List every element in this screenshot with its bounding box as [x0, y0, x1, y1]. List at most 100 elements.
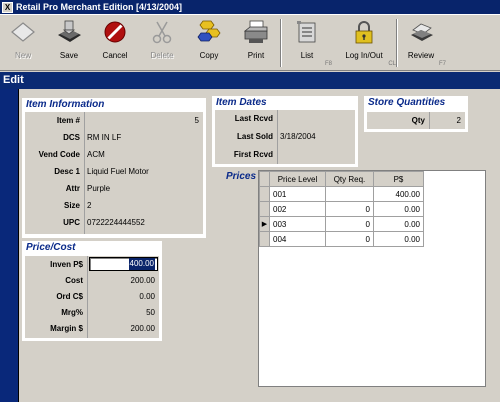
print-label: Print [247, 51, 265, 60]
scissors-icon [152, 21, 172, 44]
new-label: New [14, 51, 31, 60]
delete-button[interactable]: Delete [145, 18, 179, 68]
cell-qty-req[interactable]: 0 [325, 216, 374, 232]
row-selector[interactable] [259, 201, 270, 217]
save-icon [58, 20, 81, 42]
list-label: List [300, 51, 314, 60]
prices-grid[interactable]: Price Level Qty Req. P$ 001 400.00 002 0… [258, 170, 486, 387]
printer-icon [243, 20, 268, 43]
print-button[interactable]: Print [239, 18, 273, 68]
cell-price[interactable]: 0.00 [373, 231, 424, 247]
prices-title: Prices [226, 171, 257, 182]
cell-qty-req[interactable]: 0 [325, 201, 374, 217]
field-value[interactable]: 200.00 [88, 321, 159, 337]
field-label: Ord C$ [56, 292, 83, 301]
row-selector[interactable] [259, 231, 270, 247]
current-row-indicator[interactable]: ▶ [259, 216, 270, 232]
review-button[interactable]: Review F7 [404, 18, 446, 68]
field-value[interactable]: RM IN LF [85, 129, 203, 147]
cell-qty-req[interactable] [325, 186, 374, 202]
save-button[interactable]: Save [52, 18, 86, 68]
review-icon [411, 23, 433, 41]
table-row[interactable]: ▶ 003 0 0.00 [259, 216, 424, 232]
lock-icon [355, 21, 373, 44]
field-value[interactable]: 200.00 [88, 273, 159, 289]
column-header-qty-req[interactable]: Qty Req. [325, 171, 374, 187]
field-upc: UPC 0722224444552 [25, 214, 203, 232]
inven-price-value: 400.00 [128, 258, 155, 270]
log-shortcut: CL [388, 61, 396, 67]
item-dates-title: Item Dates [216, 97, 267, 108]
field-value[interactable]: 2 [430, 112, 465, 129]
title-bar: X Retail Pro Merchant Edition [4/13/2004… [0, 0, 500, 14]
new-button[interactable]: New [6, 18, 40, 68]
field-label: Last Sold [236, 132, 273, 141]
field-label: Desc 1 [54, 167, 80, 176]
item-information-panel: Item Information Item # 5 DCS RM IN LF V… [22, 98, 206, 238]
field-label: UPC [63, 218, 80, 227]
cell-price[interactable]: 0.00 [373, 216, 424, 232]
field-attr: Attr Purple [25, 180, 203, 198]
log-in-out-button[interactable]: Log In/Out CL [340, 18, 396, 68]
cell-price-level[interactable]: 003 [269, 216, 326, 232]
field-label: Vend Code [38, 150, 80, 159]
field-value[interactable]: 5 [85, 112, 203, 130]
field-last-rcvd: Last Rcvd [215, 110, 355, 128]
table-header-row: Price Level Qty Req. P$ [259, 171, 424, 187]
field-qty: Qty 2 [367, 112, 465, 129]
field-label: Last Rcvd [234, 114, 273, 123]
field-vend-code: Vend Code ACM [25, 146, 203, 164]
field-desc-1: Desc 1 Liquid Fuel Motor [25, 163, 203, 181]
cancel-button[interactable]: Cancel [98, 18, 132, 68]
copy-button[interactable]: Copy [192, 18, 226, 68]
column-header-price-level[interactable]: Price Level [269, 171, 326, 187]
item-dates-panel: Item Dates Last Rcvd Last Sold 3/18/2004… [212, 96, 358, 167]
field-value[interactable]: ACM [85, 146, 203, 164]
field-value[interactable]: 3/18/2004 [278, 128, 355, 146]
field-margin-dollars: Margin $ 200.00 [25, 321, 159, 337]
row-selector[interactable] [259, 186, 270, 202]
field-value[interactable] [278, 146, 355, 164]
list-shortcut: F8 [324, 61, 332, 67]
field-inven-price: Inven P$ 400.00 [25, 257, 159, 272]
field-value[interactable]: Purple [85, 180, 203, 198]
field-label: Mrg% [61, 308, 83, 317]
cell-price-level[interactable]: 004 [269, 231, 326, 247]
field-first-rcvd: First Rcvd [215, 146, 355, 164]
field-last-sold: Last Sold 3/18/2004 [215, 128, 355, 146]
field-label: Margin $ [50, 324, 83, 333]
field-value[interactable]: 2 [85, 197, 203, 215]
field-value[interactable] [278, 110, 355, 128]
field-label: Inven P$ [50, 260, 83, 269]
field-label: Size [63, 201, 80, 210]
mode-header: Edit [0, 72, 500, 89]
inven-price-input[interactable]: 400.00 [89, 257, 158, 271]
new-icon [11, 22, 35, 42]
table-row[interactable]: 004 0 0.00 [259, 231, 424, 247]
field-value[interactable]: 0722224444552 [85, 214, 203, 232]
price-cost-body: Inven P$ 400.00 Cost 200.00 Ord C$ 0.00 … [25, 256, 159, 338]
field-label: Item # [56, 116, 80, 125]
cancel-icon [104, 21, 126, 43]
column-header-price[interactable]: P$ [373, 171, 424, 187]
cell-price-level[interactable]: 001 [269, 186, 326, 202]
window-title: Retail Pro Merchant Edition [4/13/2004] [16, 2, 183, 12]
table-row[interactable]: 001 400.00 [259, 186, 424, 202]
field-value[interactable]: 0.00 [88, 289, 159, 305]
list-button[interactable]: List F8 [290, 18, 332, 68]
cell-qty-req[interactable]: 0 [325, 231, 374, 247]
copy-label: Copy [199, 51, 219, 60]
field-ord-cost: Ord C$ 0.00 [25, 289, 159, 305]
toolbar-separator-2 [396, 19, 398, 67]
cell-price-level[interactable]: 002 [269, 201, 326, 217]
log-label: Log In/Out [345, 51, 383, 60]
field-value[interactable]: Liquid Fuel Motor [85, 163, 203, 181]
cell-price[interactable]: 400.00 [373, 186, 424, 202]
field-value[interactable]: 50 [88, 305, 159, 321]
save-label: Save [59, 51, 79, 60]
field-cost: Cost 200.00 [25, 273, 159, 289]
field-size: Size 2 [25, 197, 203, 215]
cell-price[interactable]: 0.00 [373, 201, 424, 217]
field-dcs: DCS RM IN LF [25, 129, 203, 147]
table-row[interactable]: 002 0 0.00 [259, 201, 424, 217]
